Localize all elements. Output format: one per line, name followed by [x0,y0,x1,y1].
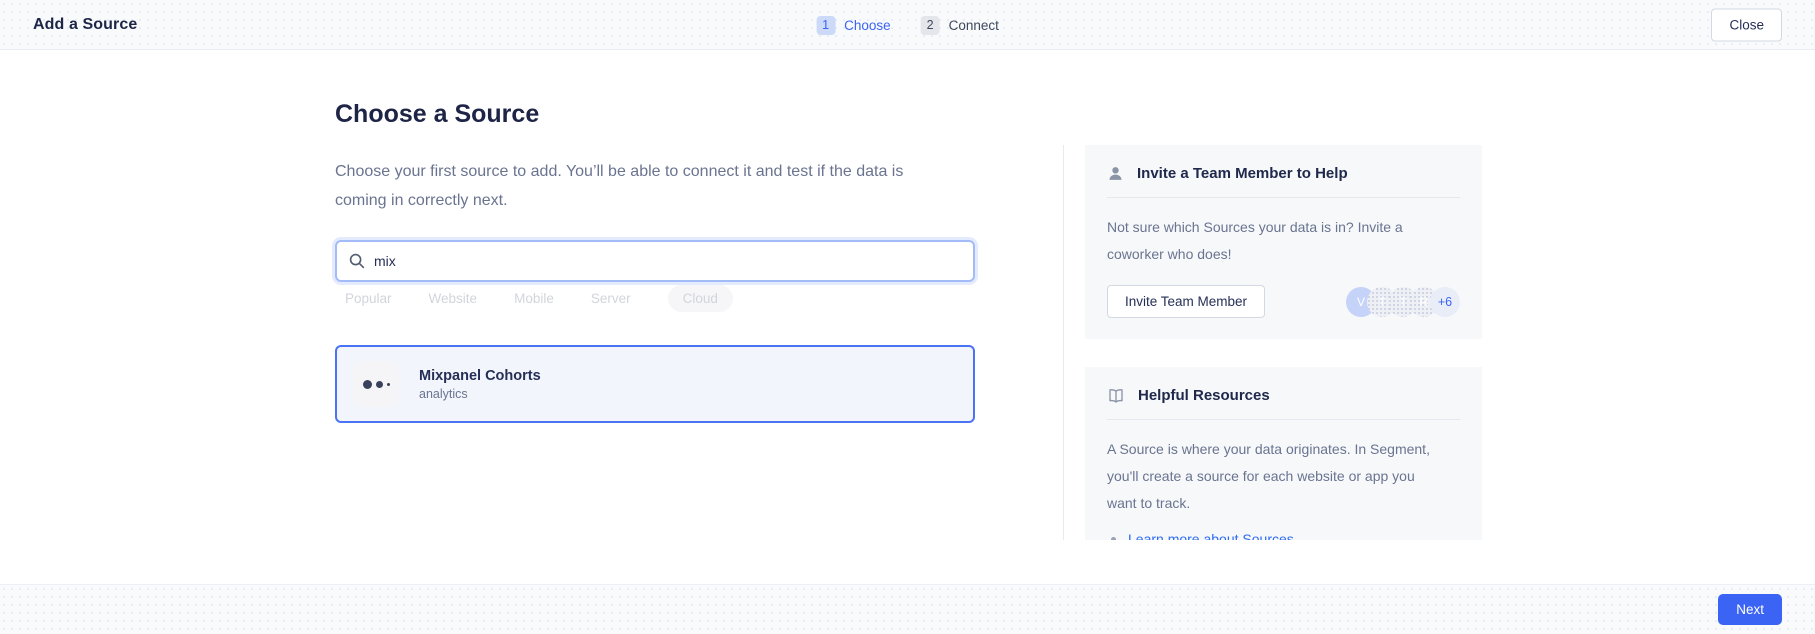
invite-card-body: Not sure which Sources your data is in? … [1107,214,1439,268]
invite-team-member-button[interactable]: Invite Team Member [1107,285,1265,318]
tab-server[interactable]: Server [591,285,631,312]
sidebar-divider [1063,145,1064,540]
source-search-box[interactable] [335,240,975,282]
bottom-bar: Next [0,584,1815,634]
team-avatar-stack[interactable]: V T T R +6 [1346,287,1460,317]
invite-team-member-card: Invite a Team Member to Help Not sure wh… [1085,145,1482,339]
resources-card-header: Helpful Resources [1107,387,1460,404]
divider [1107,197,1460,198]
next-button[interactable]: Next [1718,594,1782,625]
resources-card-title: Helpful Resources [1138,387,1270,404]
main-description: Choose your first source to add. You’ll … [335,157,943,215]
person-icon [1107,165,1124,182]
step-choose[interactable]: 1 Choose [816,16,891,35]
result-category: analytics [419,387,541,401]
invite-card-title: Invite a Team Member to Help [1137,165,1348,182]
stepper: 1 Choose 2 Connect [816,0,999,50]
book-icon [1107,388,1125,404]
step-connect[interactable]: 2 Connect [921,16,999,35]
invite-card-header: Invite a Team Member to Help [1107,165,1460,182]
page-title: Add a Source [33,16,137,34]
invite-row: Invite Team Member V T T R +6 [1107,285,1460,318]
step-label: Choose [844,18,891,33]
helpful-resources-card: Helpful Resources A Source is where your… [1085,367,1482,540]
tab-mobile[interactable]: Mobile [514,285,554,312]
close-button[interactable]: Close [1711,8,1782,41]
step-label: Connect [949,18,999,33]
top-bar: Add a Source 1 Choose 2 Connect Close [0,0,1815,50]
source-result-mixpanel-cohorts[interactable]: Mixpanel Cohorts analytics [335,345,975,423]
result-text: Mixpanel Cohorts analytics [419,368,541,401]
tab-popular[interactable]: Popular [345,285,392,312]
search-icon [349,253,365,269]
avatar-overflow-count: +6 [1430,287,1460,317]
category-tabs: Popular Website Mobile Server Cloud [345,285,733,312]
tab-cloud[interactable]: Cloud [668,285,733,312]
result-name: Mixpanel Cohorts [419,368,541,384]
mixpanel-dots-logo [353,361,399,407]
learn-more-sources-link[interactable]: Learn more about Sources [1128,531,1294,540]
step-number-badge: 2 [921,16,940,35]
divider [1107,419,1460,420]
bullet-dot [1111,537,1116,541]
resources-link-row: Learn more about Sources [1107,531,1460,540]
main-heading: Choose a Source [335,100,539,129]
resources-card-body: A Source is where your data originates. … [1107,436,1439,517]
step-number-badge: 1 [816,16,835,35]
search-input[interactable] [374,253,961,269]
tab-website[interactable]: Website [429,285,478,312]
